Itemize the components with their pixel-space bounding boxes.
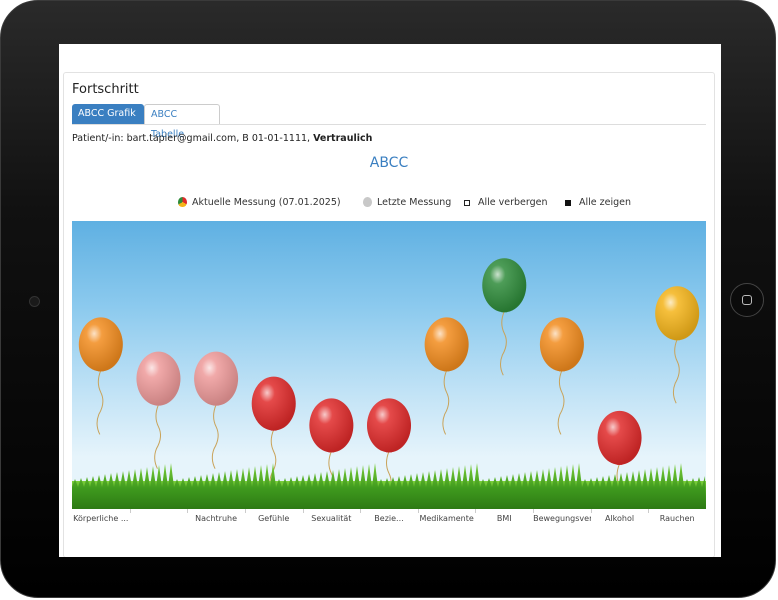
x-tick <box>417 509 419 513</box>
x-tick <box>590 509 592 513</box>
x-tick <box>360 509 362 513</box>
balloon-6[interactable] <box>424 317 469 435</box>
x-label-6: Medikamente <box>419 514 474 523</box>
balloon-shine <box>251 376 296 431</box>
balloon-shine <box>482 258 527 313</box>
x-label-0: Körperliche ... <box>73 514 129 523</box>
x-tick <box>475 509 477 513</box>
balloon-chart <box>72 221 706 509</box>
balloon-10[interactable] <box>655 286 700 404</box>
balloon-shine <box>367 398 411 453</box>
x-tick <box>129 509 131 513</box>
patient-details: Patient/-in: bart.tapier@gmail.com, B 01… <box>72 133 311 144</box>
camera-icon <box>29 296 40 307</box>
balloon-string <box>211 404 219 469</box>
balloon-shine <box>136 351 181 406</box>
x-tick <box>533 509 535 513</box>
grass-blades <box>72 463 706 509</box>
progress-panel: Fortschritt ABCC Grafik ABCC Tabelle Pat… <box>63 72 715 557</box>
balloon-string <box>154 404 162 469</box>
balloon-0[interactable] <box>78 317 123 435</box>
balloon-2[interactable] <box>194 351 239 469</box>
balloon-7[interactable] <box>482 258 527 376</box>
x-tick <box>187 509 189 513</box>
balloon-string <box>557 370 565 435</box>
balloon-shine <box>655 286 700 341</box>
x-label-8: Bewegungsverhalten <box>533 514 591 523</box>
x-label-10: Rauchen <box>659 514 695 523</box>
balloon-shine <box>194 351 239 406</box>
x-label-7: BMI <box>496 514 512 523</box>
x-tick <box>302 509 304 513</box>
confidential-label: Vertraulich <box>313 133 373 144</box>
balloon-shine <box>424 317 469 372</box>
patient-info: Patient/-in: bart.tapier@gmail.com, B 01… <box>72 133 372 144</box>
x-label-2: Nachtruhe <box>195 514 237 523</box>
legend-label-show-all: Alle zeigen <box>579 197 632 208</box>
x-axis-labels: Körperliche ... Nachtruhe Gefühle Sexualitä… <box>72 509 706 528</box>
balloon-8[interactable] <box>539 317 584 435</box>
chart-title: ABCC <box>369 155 409 171</box>
balloon-shine <box>78 317 123 372</box>
screen: Fortschritt ABCC Grafik ABCC Tabelle Pat… <box>59 44 721 557</box>
balloon-1[interactable] <box>136 351 181 469</box>
balloon-string <box>500 311 507 376</box>
multicolor-balloon-icon <box>178 197 187 207</box>
legend-label-hide-all: Alle verbergen <box>478 197 548 208</box>
panel-title: Fortschritt <box>72 82 139 97</box>
balloon-shine <box>309 398 354 453</box>
home-button[interactable] <box>730 283 764 317</box>
empty-square-icon <box>464 200 470 206</box>
tab-abcc-tabelle[interactable]: ABCC Tabelle <box>144 104 220 140</box>
x-label-3: Gefühle <box>258 514 290 523</box>
x-label-5: Bezie... <box>374 514 404 523</box>
filled-square-icon <box>565 200 571 206</box>
legend-label-previous: Letzte Messung <box>377 197 452 208</box>
x-label-9: Alkohol <box>604 514 635 523</box>
balloon-string <box>442 370 450 435</box>
grass-decoration <box>72 463 706 509</box>
gray-balloon-icon <box>363 197 372 207</box>
home-square-icon <box>742 295 752 305</box>
tab-abcc-grafik[interactable]: ABCC Grafik <box>72 104 144 124</box>
x-tick <box>648 509 650 513</box>
tab-divider <box>72 124 706 125</box>
balloon-string <box>96 370 104 435</box>
tablet-frame: Fortschritt ABCC Grafik ABCC Tabelle Pat… <box>0 0 776 598</box>
x-tick <box>244 509 246 513</box>
balloon-shine <box>597 410 642 465</box>
balloon-string <box>672 339 680 404</box>
balloon-chart-svg <box>72 258 706 509</box>
legend-label-current: Aktuelle Messung (07.01.2025) <box>192 197 341 208</box>
x-label-4: Sexualität <box>311 514 352 523</box>
balloon-shine <box>539 317 584 372</box>
